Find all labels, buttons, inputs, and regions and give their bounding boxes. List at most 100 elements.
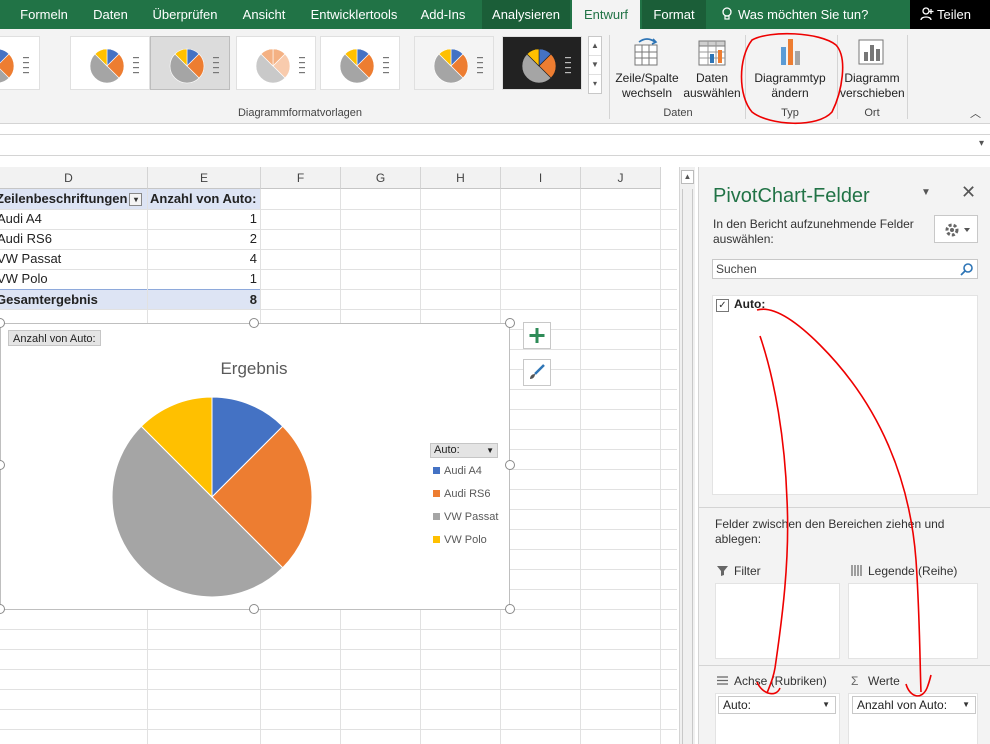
gallery-scroll[interactable]: ▲ ▼ ▾: [588, 36, 602, 94]
pivot-row-label[interactable]: VW Passat: [0, 249, 147, 269]
tab-formeln[interactable]: Formeln: [0, 0, 88, 29]
rows-icon: [717, 676, 728, 685]
filter-drop-area[interactable]: [715, 583, 840, 659]
pivot-row-value[interactable]: 1: [148, 209, 260, 229]
tab-ansicht[interactable]: Ansicht: [236, 0, 292, 29]
pie-thumbnail-icon: [89, 48, 139, 84]
legend-entry[interactable]: VW Passat: [433, 510, 498, 524]
group-label-data: Daten: [663, 107, 693, 119]
select-data-button[interactable]: Daten auswählen: [681, 37, 743, 101]
tab-entwurf[interactable]: Entwurf: [572, 0, 640, 29]
chart-style-thumbnail[interactable]: [236, 36, 316, 90]
field-checkbox[interactable]: ✓: [716, 299, 729, 312]
pivot-value-header[interactable]: Anzahl von Auto:: [148, 189, 260, 209]
axis-chip-label: Auto:: [723, 698, 752, 712]
field-item-auto[interactable]: Auto:: [734, 297, 765, 311]
select-data-label: Daten auswählen: [683, 71, 741, 100]
pane-options-icon[interactable]: ▼: [921, 187, 931, 198]
chart-elements-button[interactable]: [523, 322, 551, 349]
scroll-track[interactable]: [682, 189, 693, 744]
legend-drop-area[interactable]: [848, 583, 978, 659]
legend-label: VW Polo: [444, 534, 487, 546]
field-search-input[interactable]: Suchen: [712, 259, 978, 279]
dropdown-arrow-icon: ▼: [486, 446, 494, 455]
pivot-row-value[interactable]: 1: [148, 269, 260, 289]
pivot-row-label[interactable]: VW Polo: [0, 269, 147, 289]
pie-plot-area[interactable]: [110, 395, 314, 599]
resize-handle[interactable]: [505, 604, 515, 614]
chart-style-thumbnail[interactable]: [70, 36, 150, 90]
share-button[interactable]: Teilen: [910, 0, 990, 29]
legend-area-label: Legende (Reihe): [868, 564, 958, 578]
legend-swatch: [433, 513, 440, 520]
change-chart-type-button[interactable]: Diagrammtyp ändern: [748, 37, 832, 101]
chart-title[interactable]: Ergebnis: [180, 359, 328, 379]
column-header-f[interactable]: F: [261, 167, 341, 189]
tell-me-search[interactable]: Was möchten Sie tun?: [720, 0, 868, 29]
tab-format[interactable]: Format: [642, 0, 706, 29]
collapse-ribbon-icon[interactable]: ︿: [970, 105, 981, 121]
chart-styles-button[interactable]: [523, 359, 551, 386]
resize-handle[interactable]: [505, 460, 515, 470]
legend-entry[interactable]: Audi A4: [433, 464, 482, 478]
legend-label: Audi A4: [444, 465, 482, 477]
switch-row-column-button[interactable]: Zeile/Spalte wechseln: [614, 37, 680, 101]
resize-handle[interactable]: [249, 318, 259, 328]
axis-area-label: Achse (Rubriken): [734, 674, 827, 688]
excel-window: { "ribbon_tabs": [ {"label": "Formeln"},…: [0, 0, 990, 744]
move-chart-button[interactable]: Diagramm verschieben: [840, 37, 905, 101]
tools-button[interactable]: [934, 215, 978, 243]
tab-entwicklertools[interactable]: Entwicklertools: [304, 0, 404, 29]
chart-style-thumbnail[interactable]: [320, 36, 400, 90]
gallery-more-icon[interactable]: ▾: [589, 75, 601, 94]
column-header-d[interactable]: D: [0, 167, 148, 189]
resize-handle[interactable]: [505, 318, 515, 328]
column-header-h[interactable]: H: [421, 167, 501, 189]
value-field-button[interactable]: Anzahl von Auto:: [8, 330, 101, 346]
pivot-row-value[interactable]: 2: [148, 229, 260, 249]
paintbrush-icon: [530, 364, 545, 379]
column-header-e[interactable]: E: [148, 167, 261, 189]
column-header-j[interactable]: J: [581, 167, 661, 189]
tab-ueberpruefen[interactable]: Überprüfen: [141, 0, 229, 29]
legend-entry[interactable]: Audi RS6: [433, 487, 490, 501]
plus-icon: [529, 328, 545, 343]
column-header-g[interactable]: G: [341, 167, 421, 189]
filter-dropdown-icon[interactable]: ▾: [129, 193, 143, 206]
vertical-scrollbar[interactable]: ▲: [679, 167, 695, 744]
chart-style-thumbnail[interactable]: [414, 36, 494, 90]
chart-style-thumbnail[interactable]: [150, 36, 230, 90]
grid-line: [0, 309, 677, 310]
legend-field-button[interactable]: Auto: ▼: [430, 443, 498, 458]
formula-bar[interactable]: ▾: [0, 134, 990, 156]
group-separator: [745, 35, 746, 119]
tab-addins[interactable]: Add-Ins: [413, 0, 473, 29]
gallery-down-icon[interactable]: ▼: [589, 56, 601, 75]
group-separator: [907, 35, 908, 119]
axis-field-chip[interactable]: Auto: ▼: [718, 696, 836, 714]
gallery-up-icon[interactable]: ▲: [589, 37, 601, 56]
pivot-row-label[interactable]: Audi A4: [0, 209, 147, 229]
tab-analysieren[interactable]: Analysieren: [482, 0, 570, 29]
values-field-chip[interactable]: Anzahl von Auto: ▼: [852, 696, 976, 714]
pivot-total-value[interactable]: 8: [148, 289, 260, 309]
pivot-row-label[interactable]: Audi RS6: [0, 229, 147, 249]
tab-daten[interactable]: Daten: [88, 0, 133, 29]
close-icon[interactable]: ✕: [961, 182, 976, 203]
pivot-row-labels-header[interactable]: Zeilenbeschriftungen ▾: [0, 189, 147, 209]
expand-formula-bar-icon[interactable]: ▾: [979, 138, 984, 149]
share-label: Teilen: [937, 7, 971, 22]
grid-line: [580, 189, 581, 744]
pivot-total-label[interactable]: Gesamtergebnis: [0, 289, 147, 309]
field-list: ✓ Auto:: [712, 295, 978, 495]
pane-title: PivotChart-Felder: [713, 185, 870, 207]
pivot-row-value[interactable]: 4: [148, 249, 260, 269]
grid-line: [0, 629, 677, 630]
scroll-up-icon[interactable]: ▲: [681, 170, 694, 184]
search-icon[interactable]: [960, 262, 974, 276]
legend-entry[interactable]: VW Polo: [433, 533, 487, 547]
chart-style-thumbnail[interactable]: [502, 36, 582, 90]
chart-style-thumbnail[interactable]: [0, 36, 40, 90]
resize-handle[interactable]: [249, 604, 259, 614]
column-header-i[interactable]: I: [501, 167, 581, 189]
